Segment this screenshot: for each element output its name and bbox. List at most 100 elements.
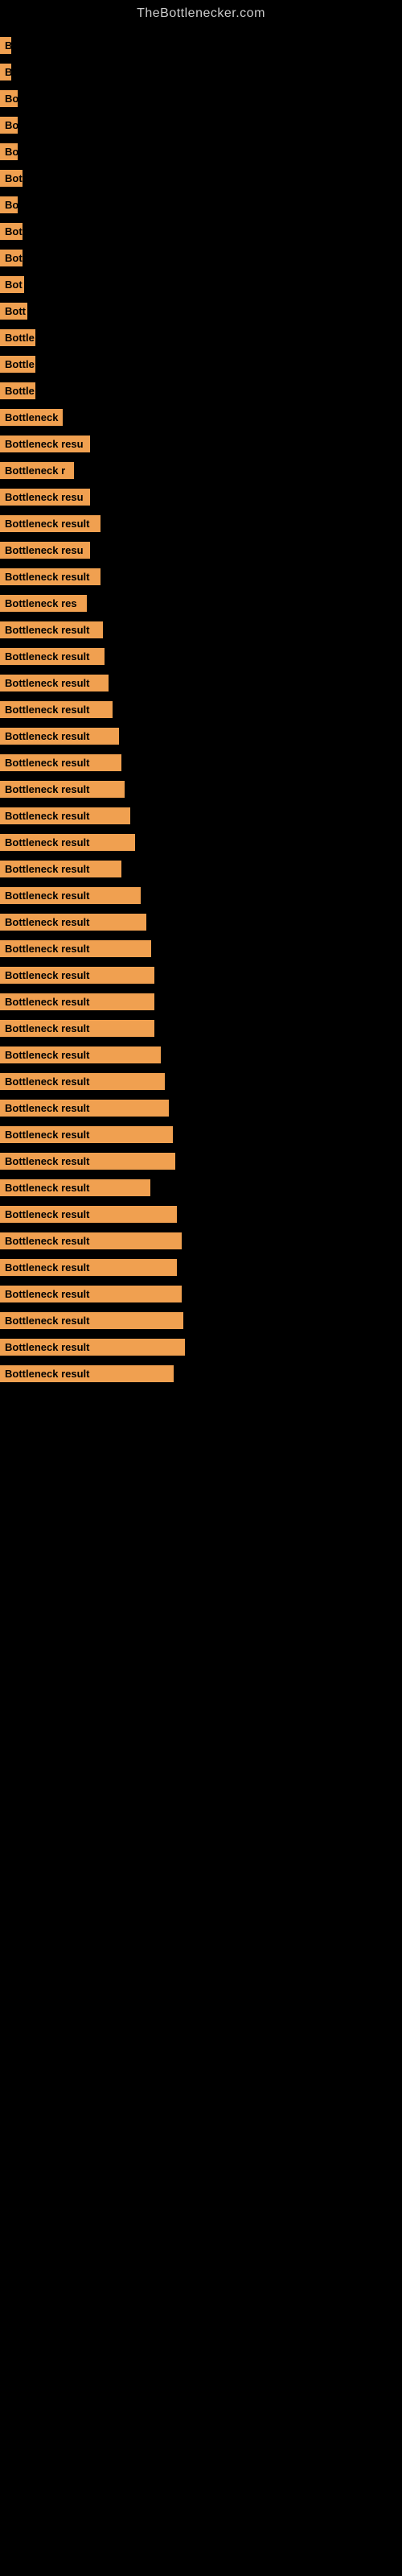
bottleneck-label: Bottleneck result: [0, 728, 119, 745]
list-item: Bottleneck result: [0, 803, 402, 829]
list-item: Bottleneck result: [0, 643, 402, 670]
list-item: Bottleneck res: [0, 590, 402, 617]
bottleneck-label: Bottleneck result: [0, 515, 100, 532]
bottleneck-label: B: [0, 37, 11, 54]
list-item: Bottleneck result: [0, 1015, 402, 1042]
list-item: Bottleneck result: [0, 1360, 402, 1387]
list-item: Bottleneck result: [0, 1042, 402, 1068]
list-item: Bot: [0, 271, 402, 298]
bottleneck-label: Bottleneck result: [0, 1365, 174, 1382]
bottleneck-label: Bottleneck result: [0, 675, 109, 691]
bottleneck-label: Bottleneck result: [0, 887, 141, 904]
bottleneck-label: Bottleneck result: [0, 834, 135, 851]
list-item: Bottleneck result: [0, 989, 402, 1015]
list-item: Bottleneck result: [0, 882, 402, 909]
bottleneck-label: Bo: [0, 117, 18, 134]
list-item: Bottleneck result: [0, 829, 402, 856]
list-item: Bottleneck result: [0, 909, 402, 935]
bottleneck-label: Bottleneck result: [0, 993, 154, 1010]
list-item: Bottleneck result: [0, 935, 402, 962]
list-item: Bottleneck result: [0, 670, 402, 696]
bottleneck-label: Bo: [0, 90, 18, 107]
bottleneck-label: Bottle: [0, 382, 35, 399]
list-item: Bottleneck result: [0, 1334, 402, 1360]
list-item: Bottleneck result: [0, 962, 402, 989]
bottleneck-label: Bottleneck result: [0, 1046, 161, 1063]
list-item: Bottleneck result: [0, 1201, 402, 1228]
bottleneck-label: Bo: [0, 196, 18, 213]
bottleneck-label: Bot: [0, 250, 23, 266]
site-title: TheBottlenecker.com: [0, 0, 402, 24]
list-item: Bottleneck result: [0, 1121, 402, 1148]
bottleneck-label: Bottle: [0, 329, 35, 346]
list-item: Bot: [0, 218, 402, 245]
list-item: Bot: [0, 165, 402, 192]
bottleneck-label: Bottleneck result: [0, 1020, 154, 1037]
list-item: Bottleneck result: [0, 696, 402, 723]
bottleneck-label: Bottleneck result: [0, 1206, 177, 1223]
list-item: Bottleneck result: [0, 617, 402, 643]
bottleneck-label: Bottleneck res: [0, 595, 87, 612]
bottleneck-label: Bottleneck resu: [0, 489, 90, 506]
list-item: Bottle: [0, 351, 402, 378]
list-item: Bottleneck result: [0, 1307, 402, 1334]
bottleneck-label: Bottleneck r: [0, 462, 74, 479]
bottleneck-label: Bottleneck result: [0, 1259, 177, 1276]
bottleneck-label: Bottleneck result: [0, 1153, 175, 1170]
bottleneck-label: Bottleneck result: [0, 1179, 150, 1196]
bottleneck-label: Bottleneck result: [0, 781, 125, 798]
bottleneck-label: Bot: [0, 276, 24, 293]
list-item: Bo: [0, 112, 402, 138]
bottleneck-label: Bottleneck result: [0, 1312, 183, 1329]
bottleneck-label: Bottleneck result: [0, 701, 113, 718]
bottleneck-label: Bottleneck resu: [0, 436, 90, 452]
list-item: Bottle: [0, 378, 402, 404]
bottleneck-label: Bottleneck result: [0, 940, 151, 957]
bottleneck-label: Bottleneck: [0, 409, 63, 426]
bottleneck-label: B: [0, 64, 11, 80]
bottleneck-label: Bot: [0, 223, 23, 240]
bottleneck-label: Bottleneck result: [0, 1232, 182, 1249]
list-item: Bottleneck result: [0, 1095, 402, 1121]
list-item: Bottleneck result: [0, 1254, 402, 1281]
list-item: Bottleneck result: [0, 1148, 402, 1174]
list-item: Bottleneck resu: [0, 431, 402, 457]
list-item: Bott: [0, 298, 402, 324]
list-item: Bottleneck result: [0, 723, 402, 749]
bottleneck-label: Bott: [0, 303, 27, 320]
bottleneck-label: Bottle: [0, 356, 35, 373]
list-item: Bottleneck r: [0, 457, 402, 484]
list-item: Bottleneck result: [0, 1068, 402, 1095]
list-item: Bottleneck resu: [0, 537, 402, 564]
list-item: Bo: [0, 138, 402, 165]
bottleneck-label: Bottleneck result: [0, 861, 121, 877]
bottleneck-label: Bottleneck result: [0, 1073, 165, 1090]
list-item: Bottleneck result: [0, 749, 402, 776]
bottleneck-label: Bottleneck result: [0, 1100, 169, 1117]
list-item: Bot: [0, 245, 402, 271]
list-item: Bo: [0, 85, 402, 112]
list-item: Bottleneck result: [0, 1281, 402, 1307]
bottleneck-label: Bottleneck result: [0, 648, 105, 665]
bottleneck-label: Bo: [0, 143, 18, 160]
bottleneck-label: Bottleneck resu: [0, 542, 90, 559]
list-item: Bottleneck result: [0, 856, 402, 882]
list-item: Bottleneck: [0, 404, 402, 431]
list-item: Bottleneck result: [0, 564, 402, 590]
list-item: B: [0, 59, 402, 85]
bottleneck-label: Bottleneck result: [0, 568, 100, 585]
list-item: Bottleneck result: [0, 1228, 402, 1254]
bottleneck-label: Bottleneck result: [0, 754, 121, 771]
list-item: Bo: [0, 192, 402, 218]
list-item: Bottleneck result: [0, 1174, 402, 1201]
list-item: Bottleneck result: [0, 510, 402, 537]
items-container: BB Bo Bo Bo Bot Bo Bot Bot Bot Bott Bottle Bottle Bo…: [0, 24, 402, 1395]
bottleneck-label: Bot: [0, 170, 23, 187]
bottleneck-label: Bottleneck result: [0, 1339, 185, 1356]
bottleneck-label: Bottleneck result: [0, 1126, 173, 1143]
bottleneck-label: Bottleneck result: [0, 621, 103, 638]
list-item: Bottleneck result: [0, 776, 402, 803]
list-item: Bottle: [0, 324, 402, 351]
bottleneck-label: Bottleneck result: [0, 914, 146, 931]
list-item: B: [0, 32, 402, 59]
